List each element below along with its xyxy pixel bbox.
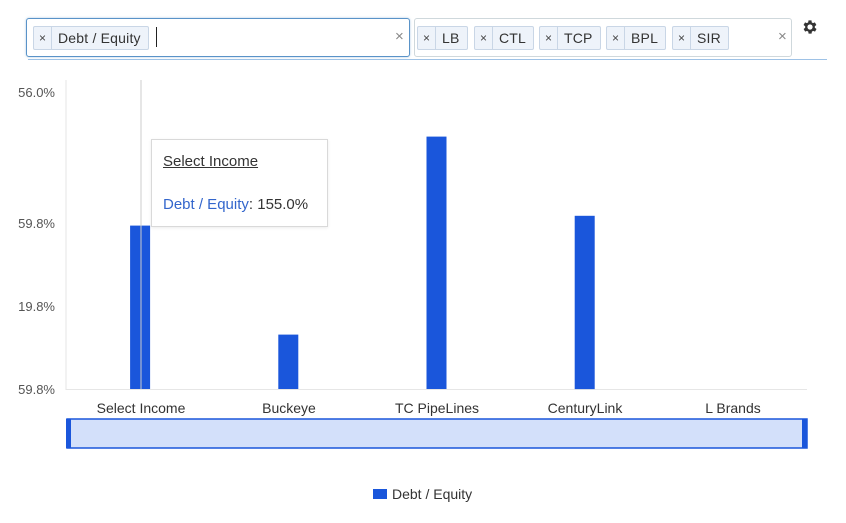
x-tick-label: Select Income — [97, 400, 186, 416]
y-tick-label: 59.8% — [18, 216, 55, 231]
x-tick-label: CenturyLink — [548, 400, 624, 416]
x-tick-label: TC PipeLines — [395, 400, 479, 416]
y-tick-label: 56.0% — [18, 85, 55, 100]
chart-legend[interactable]: Debt / Equity — [373, 486, 472, 502]
navigator-right-handle[interactable] — [802, 419, 807, 448]
tooltip-row: Debt / Equity: 155.0% — [163, 196, 308, 213]
bar[interactable] — [574, 215, 595, 390]
legend-swatch — [373, 489, 387, 499]
bar[interactable] — [426, 136, 447, 389]
bar[interactable] — [130, 225, 151, 389]
range-navigator[interactable] — [66, 418, 808, 449]
x-tick-label: L Brands — [705, 400, 761, 416]
chart-tooltip: Select Income Debt / Equity: 155.0% — [151, 139, 328, 227]
tooltip-separator: : — [248, 196, 254, 213]
x-tick-label: Buckeye — [262, 400, 316, 416]
y-tick-label: 19.8% — [18, 299, 55, 314]
bar[interactable] — [278, 334, 299, 389]
tooltip-title: Select Income — [163, 153, 259, 170]
y-tick-label: 59.8% — [18, 382, 55, 397]
navigator-left-handle[interactable] — [66, 419, 71, 448]
legend-label: Debt / Equity — [392, 486, 473, 502]
tooltip-value: 155.0% — [257, 196, 309, 213]
tooltip-metric: Debt / Equity — [163, 196, 249, 213]
bar-chart: 56.0% 59.8% 19.8% 59.8% Select Income Bu… — [18, 80, 808, 449]
